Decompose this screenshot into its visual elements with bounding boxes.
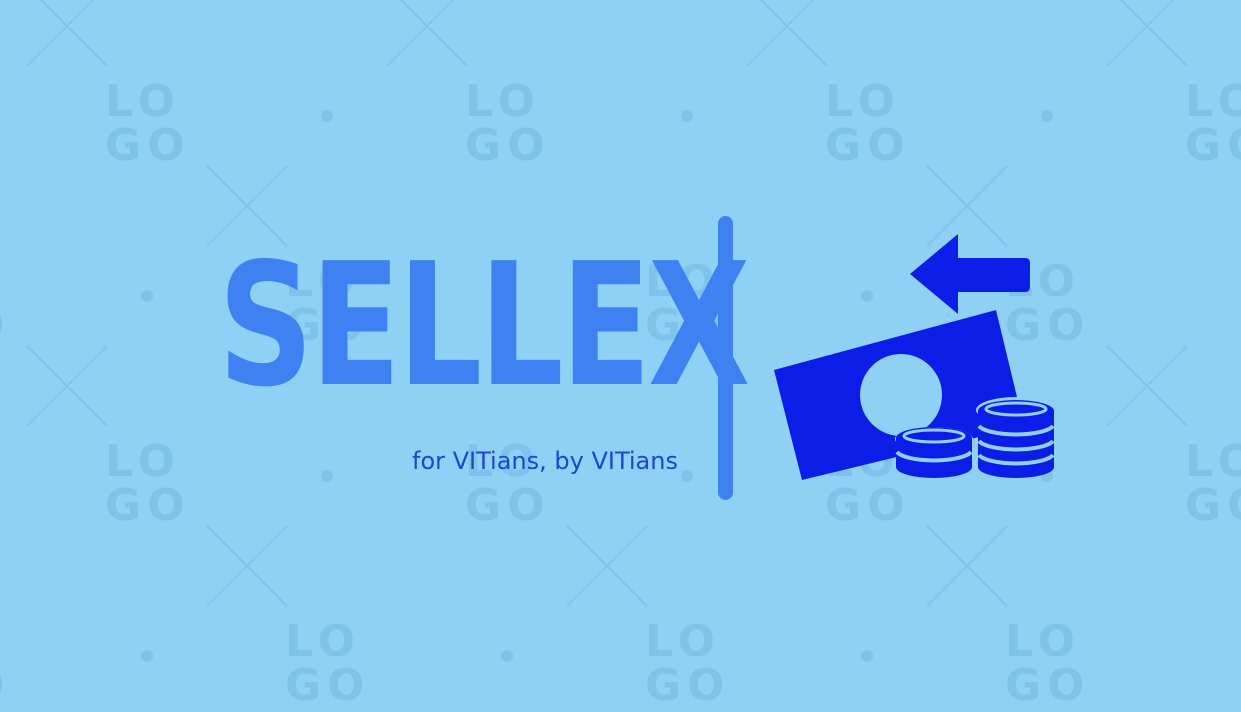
brand-title: SELLEX <box>218 227 750 425</box>
money-transfer-icon <box>774 234 1056 480</box>
vertical-divider <box>718 216 733 500</box>
brand-tagline: for VITians, by VITians <box>412 447 678 475</box>
arrow-left-icon <box>910 234 1030 314</box>
